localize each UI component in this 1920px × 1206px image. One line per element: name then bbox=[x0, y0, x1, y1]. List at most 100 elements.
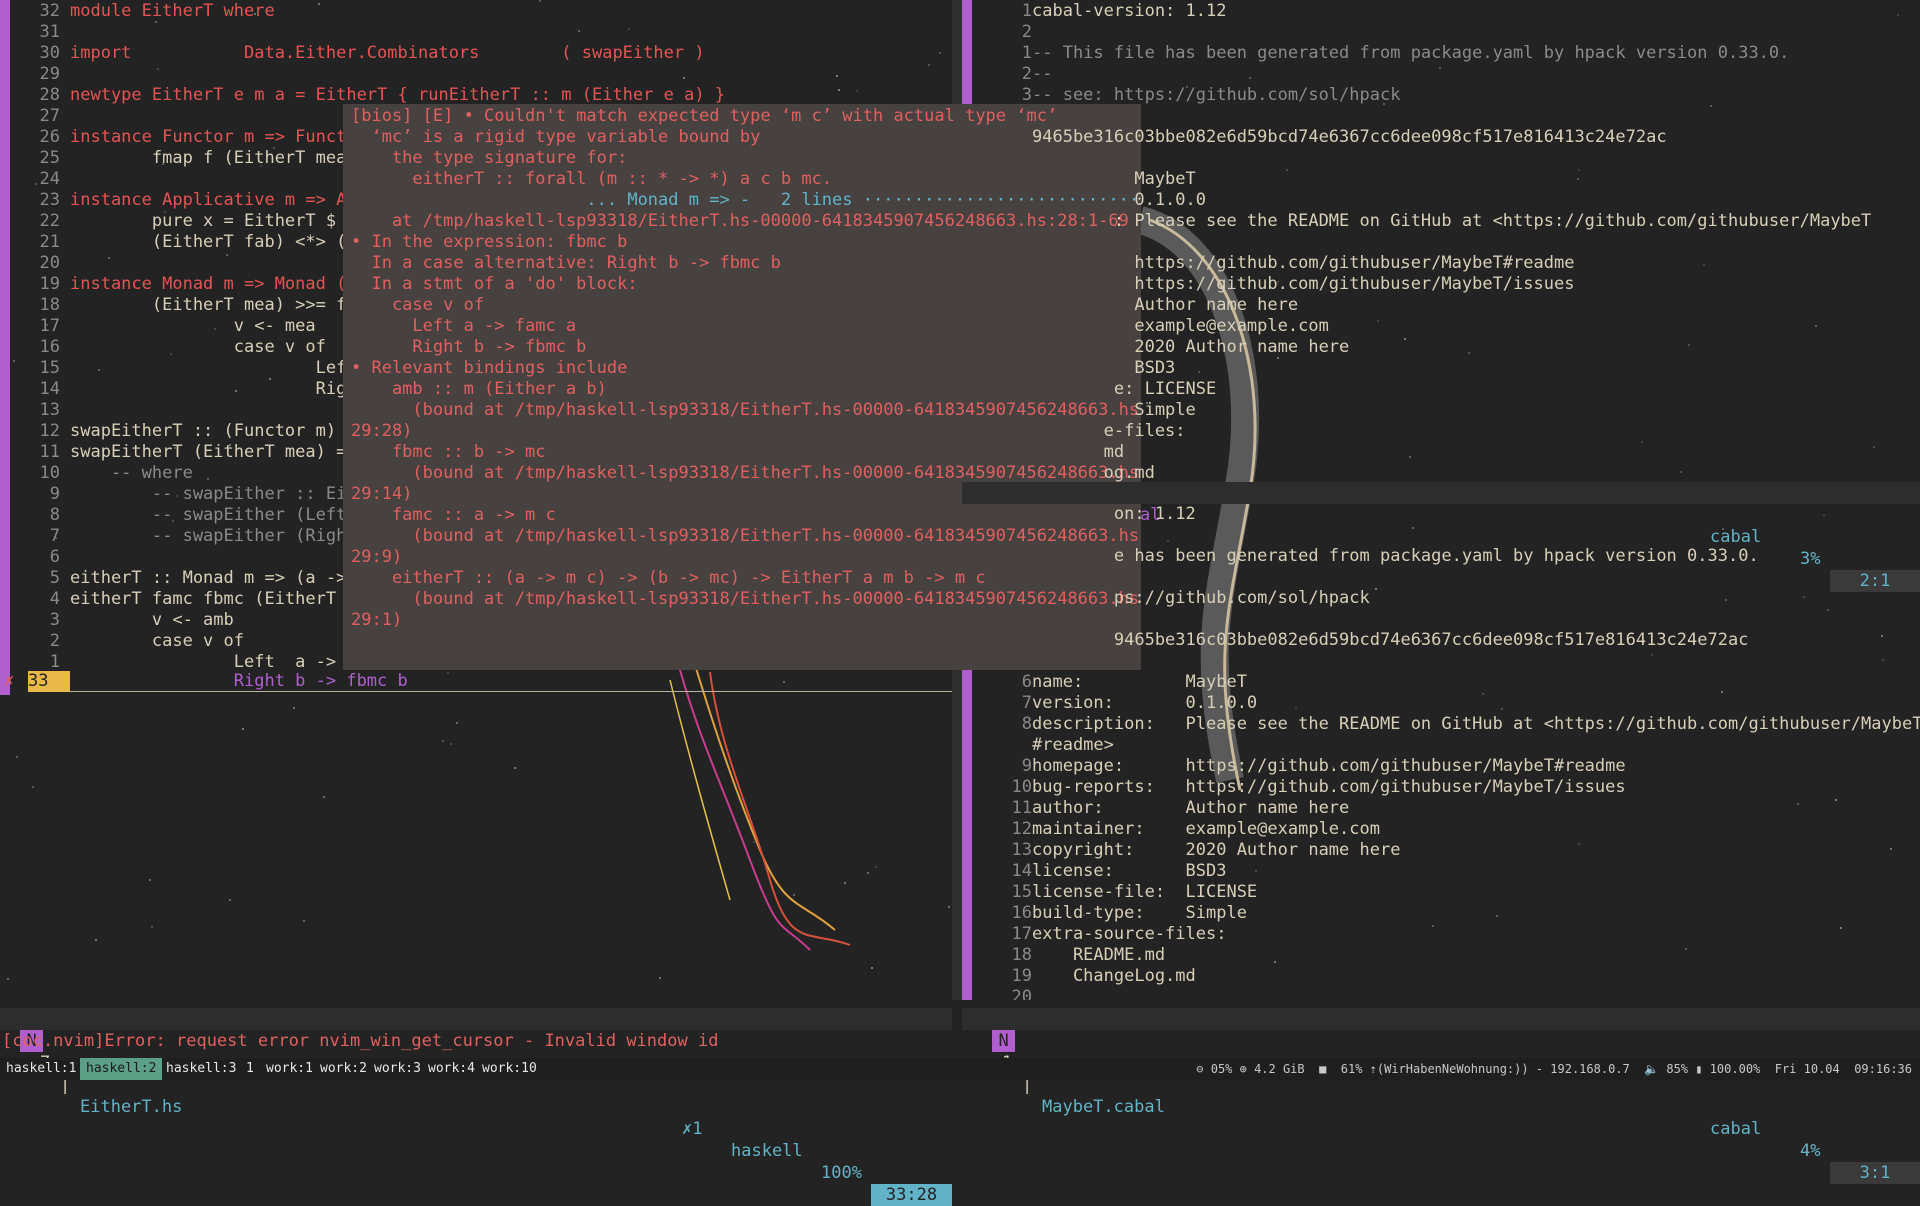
code-line[interactable]: 18 README.md bbox=[962, 945, 1920, 966]
code-line[interactable] bbox=[962, 106, 1920, 127]
code-line[interactable]: 1 cabal-version: 1.12 bbox=[962, 1, 1920, 22]
line-number: 1 bbox=[1021, 43, 1032, 63]
code-text: -- see: https://github.com/sol/hpack bbox=[1032, 85, 1401, 105]
tmux-window-tab[interactable]: work:2 bbox=[314, 1058, 373, 1080]
code-line[interactable] bbox=[962, 232, 1920, 253]
code-text: swapEitherT (EitherT mea) = bbox=[70, 442, 347, 462]
code-line[interactable]: 17 extra-source-files: bbox=[962, 924, 1920, 945]
current-code-line[interactable]: Right b -> fbmc b bbox=[70, 671, 408, 692]
code-line[interactable]: BSD3 bbox=[962, 358, 1920, 379]
code-line[interactable] bbox=[962, 651, 1920, 672]
code-line[interactable] bbox=[962, 148, 1920, 169]
code-text: case v of bbox=[70, 631, 244, 651]
code-line[interactable]: 9465be316c03bbe082e6d59bcd74e6367cc6dee0… bbox=[962, 630, 1920, 651]
code-line[interactable]: 9 homepage: https://github.com/githubuser… bbox=[962, 756, 1920, 777]
line-number: 21 bbox=[39, 232, 60, 252]
right-top-statusline: al cabal 3% 2:1 bbox=[962, 482, 1920, 592]
code-text: README.md bbox=[1032, 945, 1166, 965]
code-line[interactable]: og.md bbox=[962, 463, 1920, 484]
code-text: Left a -> bbox=[70, 652, 337, 672]
code-line[interactable]: 13 copyright: 2020 Author name here bbox=[962, 840, 1920, 861]
code-line[interactable]: 29 bbox=[0, 64, 952, 85]
code-line[interactable]: 7 version: 0.1.0.0 bbox=[962, 693, 1920, 714]
left-statusline: N 7 | EitherT.hs ✗1 haskell 100% 33:28 bbox=[0, 1008, 952, 1206]
code-line[interactable] bbox=[962, 567, 1920, 588]
line-number: 17 bbox=[39, 316, 60, 336]
code-text: version: 0.1.0.0 bbox=[1032, 693, 1258, 713]
code-line[interactable]: 28 newtype EitherT e m a = EitherT { runE… bbox=[0, 85, 952, 106]
code-line[interactable]: 8 description: Please see the README on G… bbox=[962, 714, 1920, 735]
code-line[interactable]: 14 license: BSD3 bbox=[962, 861, 1920, 882]
line-number: 32 bbox=[39, 1, 60, 21]
tmux-window-tab[interactable]: work:1 bbox=[260, 1058, 319, 1080]
tmux-window-tab[interactable]: work:10 bbox=[476, 1058, 543, 1080]
code-line[interactable]: 11 author: Author name here bbox=[962, 798, 1920, 819]
code-text: fmap f (EitherT mea bbox=[70, 148, 347, 168]
code-text: instance Functor m => Funct bbox=[70, 127, 347, 147]
tmux-window-tab[interactable]: work:3 bbox=[368, 1058, 427, 1080]
code-line[interactable]: 6 name: MaybeT bbox=[962, 672, 1920, 693]
code-text: description: Please see the README on Gi… bbox=[1032, 714, 1920, 734]
code-text: ps://github.com/sol/hpack bbox=[1032, 588, 1370, 608]
line-number: 24 bbox=[39, 169, 60, 189]
code-line[interactable]: 32 module EitherT where bbox=[0, 1, 952, 22]
code-text: case v of bbox=[70, 337, 326, 357]
line-number: 18 bbox=[1011, 945, 1032, 965]
code-line[interactable]: : Please see the README on GitHub at <ht… bbox=[962, 211, 1920, 232]
code-line[interactable]: 30 import Data.Either.Combinators ( swapE… bbox=[0, 43, 952, 64]
tmux-window-tab[interactable]: work:4 bbox=[422, 1058, 481, 1080]
code-line[interactable]: #readme> bbox=[962, 735, 1920, 756]
filetype: cabal bbox=[1710, 1119, 1762, 1139]
cursor-position: 33:28 bbox=[871, 1184, 952, 1206]
code-line[interactable]: example@example.com bbox=[962, 316, 1920, 337]
code-line[interactable]: Author name here bbox=[962, 295, 1920, 316]
code-text: example@example.com bbox=[1032, 316, 1329, 336]
code-line[interactable]: 3 -- see: https://github.com/sol/hpack bbox=[962, 85, 1920, 106]
code-line[interactable]: MaybeT bbox=[962, 169, 1920, 190]
code-line[interactable]: 20 bbox=[962, 987, 1920, 1000]
code-line[interactable]: 16 build-type: Simple bbox=[962, 903, 1920, 924]
code-line[interactable]: e-files: bbox=[962, 421, 1920, 442]
code-line[interactable]: 12 maintainer: example@example.com bbox=[962, 819, 1920, 840]
diagnostic-line: fbmc :: b -> mc bbox=[351, 442, 546, 462]
percent: 100% bbox=[821, 1163, 862, 1183]
line-number: 13 bbox=[1011, 840, 1032, 860]
code-line[interactable]: on: 1.12 bbox=[962, 504, 1920, 525]
code-line[interactable] bbox=[962, 609, 1920, 630]
line-number: 6 bbox=[1021, 672, 1032, 692]
code-line[interactable]: ps://github.com/sol/hpack bbox=[962, 588, 1920, 609]
command-line-error: [coc.nvim]Error: request error nvim_win_… bbox=[2, 1031, 719, 1051]
line-number: 1 bbox=[49, 652, 60, 672]
code-line[interactable]: 19 ChangeLog.md bbox=[962, 966, 1920, 987]
code-line[interactable]: https://github.com/githubuser/MaybeT#rea… bbox=[962, 253, 1920, 274]
tmux-window-tab[interactable]: 1 bbox=[240, 1058, 260, 1080]
code-line[interactable]: https://github.com/githubuser/MaybeT/iss… bbox=[962, 274, 1920, 295]
code-line[interactable]: e has been generated from package.yaml b… bbox=[962, 546, 1920, 567]
code-line[interactable]: 2020 Author name here bbox=[962, 337, 1920, 358]
code-line[interactable]: 15 license-file: LICENSE bbox=[962, 882, 1920, 903]
code-line[interactable]: 9465be316c03bbe082e6d59bcd74e6367cc6dee0… bbox=[962, 127, 1920, 148]
code-line[interactable]: 2 -- bbox=[962, 64, 1920, 85]
right-editor-pane[interactable]: 1 cabal-version: 1.12 2 1 -- This file has b… bbox=[962, 0, 1920, 1000]
code-text: Simple bbox=[1032, 400, 1196, 420]
code-line[interactable]: 2 bbox=[962, 22, 1920, 43]
code-line[interactable] bbox=[962, 525, 1920, 546]
line-number: 19 bbox=[1011, 966, 1032, 986]
code-line[interactable]: 10 bug-reports: https://github.com/github… bbox=[962, 777, 1920, 798]
code-line[interactable]: e: LICENSE bbox=[962, 379, 1920, 400]
line-number: 13 bbox=[39, 400, 60, 420]
tmux-window-tab[interactable]: haskell:1 bbox=[0, 1058, 82, 1080]
code-line[interactable]: 0.1.0.0 bbox=[962, 190, 1920, 211]
code-line[interactable]: 31 bbox=[0, 22, 952, 43]
tmux-window-tab[interactable]: haskell:3 bbox=[160, 1058, 242, 1080]
code-text: copyright: 2020 Author name here bbox=[1032, 840, 1401, 860]
code-line[interactable]: Simple bbox=[962, 400, 1920, 421]
code-text: e has been generated from package.yaml b… bbox=[1032, 546, 1759, 566]
code-line[interactable]: 1 -- This file has been generated from pa… bbox=[962, 43, 1920, 64]
error-sign: ✗ bbox=[4, 671, 15, 691]
tmux-window-tab[interactable]: haskell:2 bbox=[80, 1058, 163, 1080]
code-text: -- swapEither (Left bbox=[70, 505, 347, 525]
code-line[interactable]: md bbox=[962, 442, 1920, 463]
diagnostic-line: Left a -> famc a bbox=[351, 316, 577, 336]
code-text: : Please see the README on GitHub at <ht… bbox=[1032, 211, 1872, 231]
